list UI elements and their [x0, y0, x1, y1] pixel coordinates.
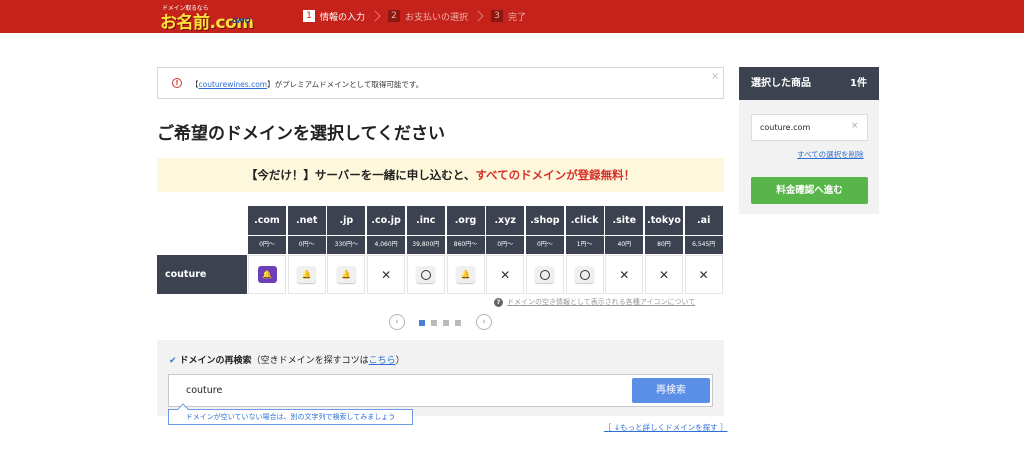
info-circle-icon: ! [172, 78, 182, 88]
step-label: 完了 [508, 12, 527, 23]
availability-cell[interactable]: 🔔 [248, 255, 286, 294]
brand-logo[interactable]: ドメイン取るなら お名前.com GMO [160, 3, 262, 33]
close-icon[interactable]: × [711, 71, 719, 82]
promo-lead: 【今だけ！】サーバーを一緒に申し込むと、 [245, 168, 476, 182]
tld-price: 330円〜 [327, 236, 366, 254]
step-label: お支払いの選択 [405, 12, 469, 23]
availability-cell[interactable]: ✕ [486, 255, 525, 294]
available-circle-icon [416, 266, 436, 283]
cart-title: 選択した商品 [751, 78, 811, 89]
remove-icon[interactable]: × [851, 122, 859, 131]
availability-cell[interactable]: 🔔 [287, 255, 326, 294]
chevron-right-icon [472, 10, 484, 22]
step-number: 2 [388, 10, 401, 22]
step-number: 3 [491, 10, 504, 22]
tld-price: 39,800円 [406, 236, 445, 254]
research-button[interactable]: 再検索 [632, 378, 710, 403]
unavailable-cross-icon: ✕ [658, 267, 670, 282]
tld-header: .tokyo [645, 206, 683, 235]
bell-icon: 🔔 [257, 266, 277, 283]
cart-header: 選択した商品 1件 [739, 67, 879, 100]
tld-price: 6,545円 [684, 236, 723, 254]
tld-header: .jp [327, 206, 366, 235]
availability-cell[interactable]: ✕ [605, 255, 644, 294]
step-label: 情報の入力 [320, 12, 366, 23]
carousel-dot[interactable] [431, 320, 437, 326]
cart-count: 1件 [850, 78, 867, 89]
tld-header: .click [565, 206, 604, 235]
promo-banner: 【今だけ！】サーバーを一緒に申し込むと、すべてのドメインが登録無料！ [157, 158, 724, 192]
unavailable-cross-icon: ✕ [381, 267, 392, 282]
step-number: 1 [303, 10, 315, 22]
carousel-dot[interactable] [455, 320, 461, 326]
tld-price: 4,060円 [367, 236, 406, 254]
availability-cell[interactable]: ✕ [645, 255, 683, 294]
tld-header: .shop [525, 206, 564, 235]
step-3: 3 完了 [491, 10, 526, 23]
proceed-button[interactable]: 料金確認へ進む [751, 177, 868, 204]
delete-all-link[interactable]: すべての選択を削除 [797, 149, 864, 160]
site-header: ドメイン取るなら お名前.com GMO 1 情報の入力 2 お支払いの選択 3… [0, 0, 1024, 33]
chevron-right-icon [369, 10, 381, 22]
tld-header: .site [605, 206, 644, 235]
carousel-next-button[interactable]: › [476, 314, 492, 330]
domain-row-label: couture [157, 255, 247, 294]
research-title: ✔ ドメインの再検索（空きドメインを探すコツはこちら） [169, 356, 405, 366]
availability-cell[interactable] [525, 255, 564, 294]
tld-header: .inc [406, 206, 445, 235]
tld-header: .co.jp [367, 206, 406, 235]
availability-cell[interactable] [406, 255, 445, 294]
progress-steps: 1 情報の入力 2 お支払いの選択 3 完了 [303, 9, 526, 23]
bell-icon: 🔔 [456, 266, 475, 283]
advanced-search-link[interactable]: ［ ↓もっと詳しくドメインを探す ］ [604, 422, 728, 433]
tld-header: .com [248, 206, 286, 235]
availability-cell[interactable] [565, 255, 604, 294]
brand-group: GMO [232, 17, 251, 25]
carousel-dot[interactable] [443, 320, 449, 326]
tld-header: .xyz [486, 206, 525, 235]
tld-header: .ai [684, 206, 723, 235]
premium-domain-link[interactable]: couturewines.com [199, 80, 268, 89]
search-tooltip: ドメインが空いていない場合は、別の文字列で検索してみましょう [168, 409, 413, 425]
tld-price: 0円〜 [486, 236, 525, 254]
tld-price: 0円〜 [287, 236, 326, 254]
promo-highlight: すべてのドメインが登録無料！ [475, 168, 636, 182]
check-icon: ✔ [169, 356, 177, 366]
tld-price: 0円〜 [525, 236, 564, 254]
carousel-prev-button[interactable]: ‹ [389, 314, 405, 330]
tld-header: .org [446, 206, 485, 235]
available-circle-icon [575, 266, 595, 283]
tld-price: 80円 [645, 236, 683, 254]
page-title: ご希望のドメインを選択してください [157, 124, 445, 144]
question-icon: ? [494, 298, 503, 307]
unavailable-cross-icon: ✕ [698, 267, 709, 282]
bell-icon: 🔔 [297, 266, 317, 283]
unavailable-cross-icon: ✕ [619, 267, 630, 282]
availability-cell[interactable]: ✕ [367, 255, 406, 294]
tld-price: 0円〜 [248, 236, 286, 254]
carousel-dot[interactable] [419, 320, 425, 326]
tld-price: 860円〜 [446, 236, 485, 254]
available-circle-icon [535, 266, 555, 283]
step-1: 1 情報の入力 [303, 10, 365, 23]
bell-icon: 🔔 [336, 266, 356, 283]
notice-message: 【couturewines.com】がプレミアムドメインとして取得可能です。 [191, 80, 424, 89]
tld-price: 1円〜 [565, 236, 604, 254]
premium-notice: ! 【couturewines.com】がプレミアムドメインとして取得可能です。… [157, 67, 724, 99]
tld-price: 40円 [605, 236, 644, 254]
unavailable-cross-icon: ✕ [500, 267, 511, 282]
step-2: 2 お支払いの選択 [388, 10, 468, 23]
availability-cell[interactable]: 🔔 [327, 255, 366, 294]
tld-header: .net [287, 206, 326, 235]
availability-cell[interactable]: ✕ [684, 255, 723, 294]
availability-cell[interactable]: 🔔 [446, 255, 485, 294]
search-tips-link[interactable]: こちら [369, 356, 396, 366]
icon-help-link[interactable]: ? ドメインの空き情報として表示される各種アイコンについて [494, 297, 695, 307]
